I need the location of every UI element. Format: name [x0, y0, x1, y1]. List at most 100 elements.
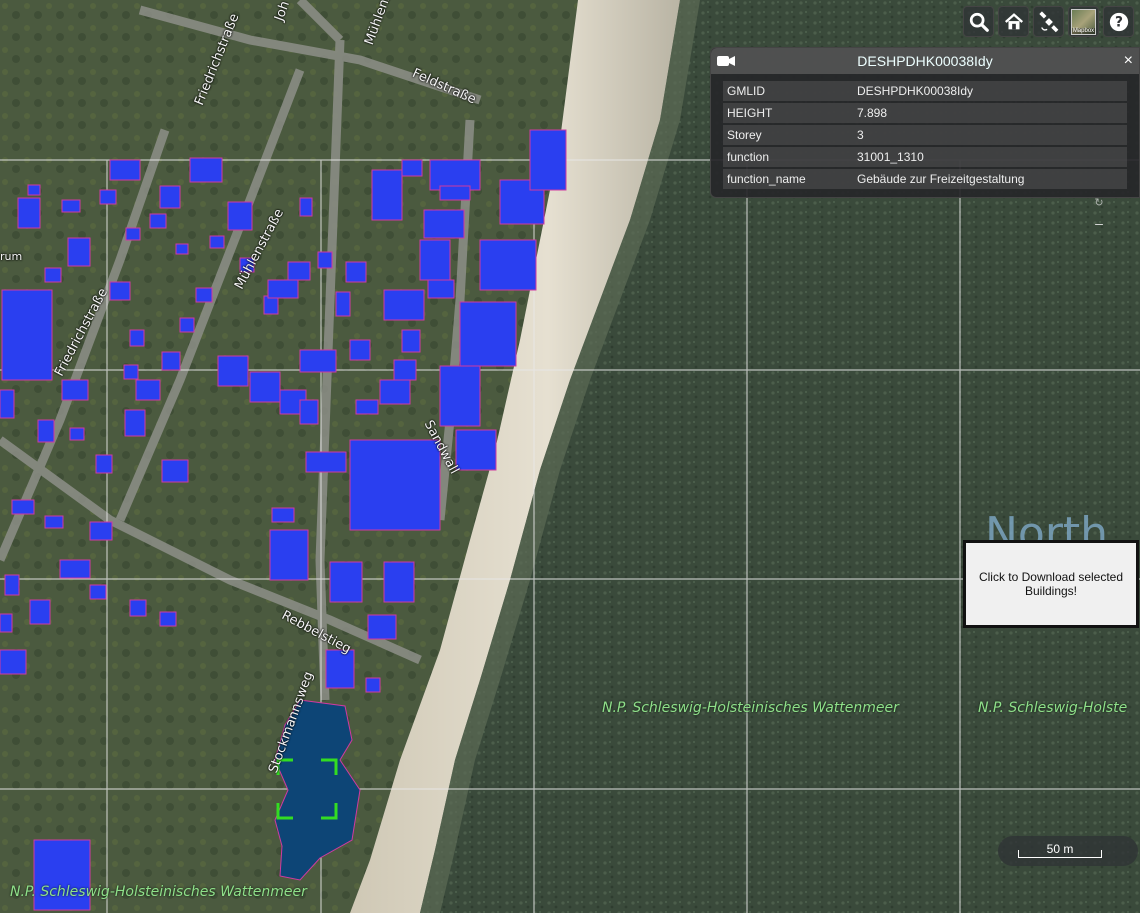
base-layer-picker-button[interactable]: Mapbox [1068, 6, 1099, 37]
building-footprint[interactable] [109, 281, 131, 301]
building-footprint[interactable] [69, 427, 85, 441]
building-footprint[interactable] [37, 419, 55, 443]
building-footprint[interactable] [99, 189, 117, 205]
building-footprint[interactable] [59, 559, 91, 579]
building-footprint[interactable] [175, 243, 189, 255]
park-label-2: N.P. Schleswig-Holste [978, 700, 1128, 716]
building-footprint[interactable] [529, 129, 567, 191]
building-footprint[interactable] [249, 371, 281, 403]
zoom-out-icon[interactable]: – [1090, 215, 1108, 231]
building-footprint[interactable] [401, 159, 423, 177]
building-footprint[interactable] [299, 399, 319, 425]
building-footprint[interactable] [17, 197, 41, 229]
building-footprint[interactable] [0, 389, 15, 419]
close-icon[interactable]: × [1124, 48, 1133, 74]
building-footprint[interactable] [299, 349, 337, 373]
building-footprint[interactable] [89, 521, 113, 541]
building-footprint[interactable] [0, 613, 13, 633]
building-footprint[interactable] [149, 213, 167, 229]
building-footprint[interactable] [427, 279, 455, 299]
building-footprint[interactable] [11, 499, 35, 515]
attribute-row: function 31001_1310 [723, 147, 1127, 167]
attribute-value: 3 [853, 125, 1127, 145]
building-footprint[interactable] [393, 359, 417, 381]
building-footprint[interactable] [383, 561, 415, 603]
scale-bar [1018, 850, 1102, 858]
attribute-key: HEIGHT [723, 103, 853, 123]
building-footprint[interactable] [109, 159, 141, 181]
building-footprint[interactable] [4, 574, 20, 596]
building-footprint[interactable] [209, 235, 225, 249]
street-label-rum: rum [0, 250, 23, 263]
building-footprint[interactable] [379, 379, 411, 405]
building-footprint[interactable] [335, 291, 351, 317]
building-footprint[interactable] [135, 379, 161, 401]
building-footprint[interactable] [195, 287, 213, 303]
building-footprint[interactable] [455, 429, 497, 471]
building-footprint[interactable] [44, 267, 62, 283]
building-footprint[interactable] [29, 599, 51, 625]
building-footprint[interactable] [27, 184, 41, 196]
building-footprint[interactable] [161, 351, 181, 371]
building-footprint[interactable] [271, 507, 295, 523]
building-footprint[interactable] [179, 317, 195, 333]
building-footprint[interactable] [267, 279, 299, 299]
refresh-icon[interactable]: ↻ [1090, 196, 1108, 209]
building-footprint[interactable] [123, 364, 139, 380]
building-footprint[interactable] [227, 201, 253, 231]
building-footprint[interactable] [439, 365, 481, 427]
building-footprint[interactable] [0, 649, 27, 675]
building-footprint[interactable] [269, 529, 309, 581]
building-footprint[interactable] [349, 339, 371, 361]
building-footprint[interactable] [89, 584, 107, 600]
building-footprint[interactable] [371, 169, 403, 221]
building-footprint[interactable] [345, 261, 367, 283]
building-footprint[interactable] [419, 239, 451, 281]
building-footprint[interactable] [423, 209, 465, 239]
building-footprint[interactable] [317, 251, 333, 269]
building-footprint[interactable] [383, 289, 425, 321]
building-footprint[interactable] [459, 301, 517, 367]
building-footprint[interactable] [299, 197, 313, 217]
building-footprint[interactable] [329, 561, 363, 603]
building-footprint[interactable] [1, 289, 53, 381]
camera-icon[interactable] [717, 55, 735, 67]
help-button[interactable]: ? [1103, 6, 1134, 37]
home-button[interactable] [998, 6, 1029, 37]
building-footprint[interactable] [305, 451, 347, 473]
building-footprint[interactable] [263, 295, 279, 315]
building-footprint[interactable] [439, 185, 471, 201]
building-footprint[interactable] [365, 677, 381, 693]
search-button[interactable] [963, 6, 994, 37]
building-footprint[interactable] [287, 261, 311, 281]
building-footprint[interactable] [44, 515, 64, 529]
infobox-header: DESHPDHK00038Idy × [711, 48, 1139, 74]
search-icon [969, 12, 989, 32]
building-footprint[interactable] [401, 329, 421, 353]
building-footprint[interactable] [159, 611, 177, 627]
building-footprint[interactable] [217, 355, 249, 387]
building-footprint[interactable] [349, 439, 441, 531]
building-footprint[interactable] [355, 399, 379, 415]
satellite-icon [1038, 10, 1058, 32]
building-footprint[interactable] [129, 599, 147, 617]
download-buildings-button[interactable]: Click to Download selected Buildings! [963, 540, 1139, 628]
building-footprint[interactable] [67, 237, 91, 267]
navigation-help-button[interactable] [1033, 6, 1064, 37]
building-footprint[interactable] [95, 454, 113, 474]
attribute-value: 31001_1310 [853, 147, 1127, 167]
building-footprint[interactable] [124, 409, 146, 437]
attribute-key: Storey [723, 125, 853, 145]
attribute-row: Storey 3 [723, 125, 1127, 145]
building-footprint[interactable] [367, 614, 397, 640]
building-footprint[interactable] [159, 185, 181, 209]
imagery-thumbnail-icon: Mapbox [1071, 8, 1096, 35]
building-footprint[interactable] [161, 459, 189, 483]
building-footprint[interactable] [125, 227, 141, 241]
building-footprint[interactable] [61, 199, 81, 213]
building-footprint[interactable] [479, 239, 537, 291]
building-footprint[interactable] [129, 329, 145, 347]
building-footprint[interactable] [189, 157, 223, 183]
building-footprint[interactable] [61, 379, 89, 401]
building-footprint[interactable] [325, 649, 355, 689]
